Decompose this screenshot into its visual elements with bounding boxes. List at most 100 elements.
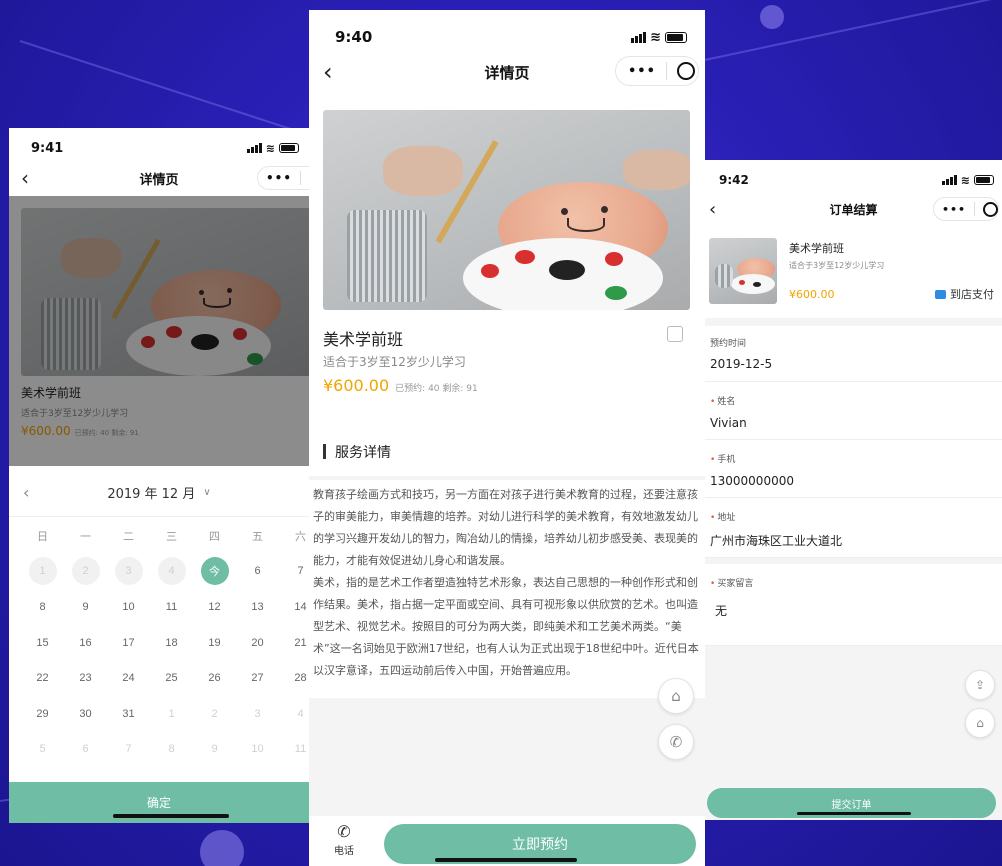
calendar-day[interactable]: 13 (236, 589, 279, 625)
price-row: ¥600.00 已预约: 40 剩余: 91 (323, 376, 478, 395)
image-smile (567, 218, 605, 232)
course-title: 美术学前班 (323, 330, 404, 349)
calendar-day[interactable]: 31 (107, 696, 150, 732)
battery-icon (665, 31, 687, 43)
status-icons: ≋ (246, 141, 299, 155)
weekday-label: 四 (209, 530, 220, 543)
calendar-day[interactable]: 30 (64, 696, 107, 732)
nav-bar: ‹ 订单结算 ••• (705, 196, 1002, 222)
calendar-day[interactable]: 11 (150, 589, 193, 625)
wifi-icon: ≋ (265, 141, 275, 155)
wifi-icon: ≋ (650, 29, 661, 45)
status-icons: ≋ (941, 174, 994, 187)
calendar-day[interactable]: 15 (21, 625, 64, 661)
more-icon[interactable]: ••• (628, 64, 656, 79)
back-icon[interactable]: ‹ (21, 166, 29, 190)
form-row-phone[interactable]: • 手机 13000000000 (705, 440, 1002, 498)
calendar-day[interactable]: 14 (279, 589, 309, 625)
calendar-day[interactable]: 10 (107, 589, 150, 625)
phone-contact[interactable]: ✆ 电话 (327, 822, 361, 857)
calendar-day[interactable]: 18 (150, 625, 193, 661)
section-title: 服务详情 (335, 445, 391, 461)
field-value: 无 (715, 604, 728, 618)
field-label: 预约时间 (710, 339, 747, 349)
status-time: 9:40 (335, 28, 373, 46)
calendar-day[interactable]: 27 (236, 660, 279, 696)
image-hand (383, 146, 463, 196)
menu-capsule[interactable]: ••• (257, 166, 309, 190)
calendar-day[interactable]: 9 (64, 589, 107, 625)
calendar-day[interactable]: 21 (279, 625, 309, 661)
form-row-message[interactable]: • 买家留言 无 (705, 564, 1002, 646)
weekday-label: 一 (80, 530, 91, 543)
field-label: • 买家留言 (710, 579, 754, 589)
form-row-address[interactable]: • 地址 广州市海珠区工业大道北 (705, 498, 1002, 558)
status-time: 9:42 (719, 173, 749, 187)
calendar-day-disabled: 3 (107, 554, 150, 590)
calendar-day-other-month: 2 (211, 707, 218, 720)
signal-icon (246, 143, 262, 153)
close-miniapp-icon[interactable] (676, 62, 695, 80)
calendar-day[interactable]: 17 (107, 625, 150, 661)
more-icon[interactable]: ••• (942, 203, 966, 216)
menu-capsule[interactable]: ••• (615, 56, 699, 86)
booking-count: 已预约: 40 剩余: 91 (395, 384, 478, 394)
book-now-label: 立即预约 (512, 837, 568, 853)
calendar-day-today[interactable]: 今 (193, 554, 236, 590)
home-icon[interactable]: ⌂ (658, 678, 694, 714)
calendar-day-other-month: 1 (168, 707, 175, 720)
calendar-day[interactable]: 8 (21, 589, 64, 625)
order-item-title: 美术学前班 (789, 242, 844, 255)
weekday-label: 五 (252, 530, 263, 543)
image-can (347, 210, 427, 302)
form-row-date[interactable]: 预约时间 2019-12-5 (705, 326, 1002, 382)
calendar-day[interactable]: 29 (21, 696, 64, 732)
image-eye (561, 208, 568, 215)
calendar-day-other-month: 8 (168, 743, 175, 756)
calendar-day[interactable]: 22 (21, 660, 64, 696)
home-icon[interactable]: ⌂ (965, 708, 995, 738)
status-bar: 9:40 ≋ (309, 26, 705, 48)
background-line (699, 0, 1002, 62)
calendar-day[interactable]: 12 (193, 589, 236, 625)
menu-capsule[interactable]: ••• (933, 197, 999, 221)
phone-icon[interactable]: ✆ (658, 724, 694, 760)
background-dot (200, 830, 244, 866)
chevron-down-icon[interactable]: ∨ (203, 487, 210, 498)
section-marker (323, 444, 326, 459)
share-icon[interactable] (667, 326, 683, 342)
nav-bar: ‹ 详情页 ••• (9, 164, 309, 192)
order-item-subtitle: 适合于3岁至12岁少儿学习 (789, 261, 885, 270)
back-icon[interactable]: ‹ (709, 199, 716, 220)
calendar-day[interactable]: 19 (193, 625, 236, 661)
calendar-day[interactable]: 20 (236, 625, 279, 661)
modal-overlay[interactable] (9, 196, 309, 466)
calendar-day[interactable]: 6 (236, 554, 279, 590)
calendar-day[interactable]: 23 (64, 660, 107, 696)
calendar-day[interactable]: 24 (107, 660, 150, 696)
weekday-label: 三 (166, 530, 177, 543)
calendar-day-other-month: 9 (211, 743, 218, 756)
back-icon[interactable]: ‹ (323, 58, 333, 86)
calendar-day[interactable]: 16 (64, 625, 107, 661)
service-description: 教育孩子绘画方式和技巧，另一方面在对孩子进行美术教育的过程，还要注意孩子的审美能… (309, 480, 705, 698)
calendar-day[interactable]: 28 (279, 660, 309, 696)
calendar-day[interactable]: 26 (193, 660, 236, 696)
page-title: 订单结算 (829, 202, 878, 217)
section-header: 服务详情 (309, 428, 705, 476)
prev-month-icon[interactable]: ‹ (23, 483, 29, 502)
image-can (715, 264, 733, 288)
status-time: 9:41 (31, 140, 64, 156)
share-icon[interactable]: ⇪ (965, 670, 995, 700)
image-eye (601, 206, 608, 213)
capsule-divider (300, 171, 302, 185)
form-row-name[interactable]: • 姓名 Vivian (705, 382, 1002, 440)
image-paint (481, 264, 499, 278)
status-icons: ≋ (631, 30, 687, 45)
calendar-day[interactable]: 7 (279, 554, 309, 590)
calendar-day[interactable]: 25 (150, 660, 193, 696)
pay-in-store[interactable]: 到店支付 (935, 286, 994, 302)
close-miniapp-icon[interactable] (983, 201, 998, 217)
more-icon[interactable]: ••• (266, 171, 292, 185)
center-phone-screen: 9:40 ≋ ‹ 详情页 ••• 美术学前班 适合于3岁至12岁少儿学习 ¥60… (309, 10, 705, 866)
